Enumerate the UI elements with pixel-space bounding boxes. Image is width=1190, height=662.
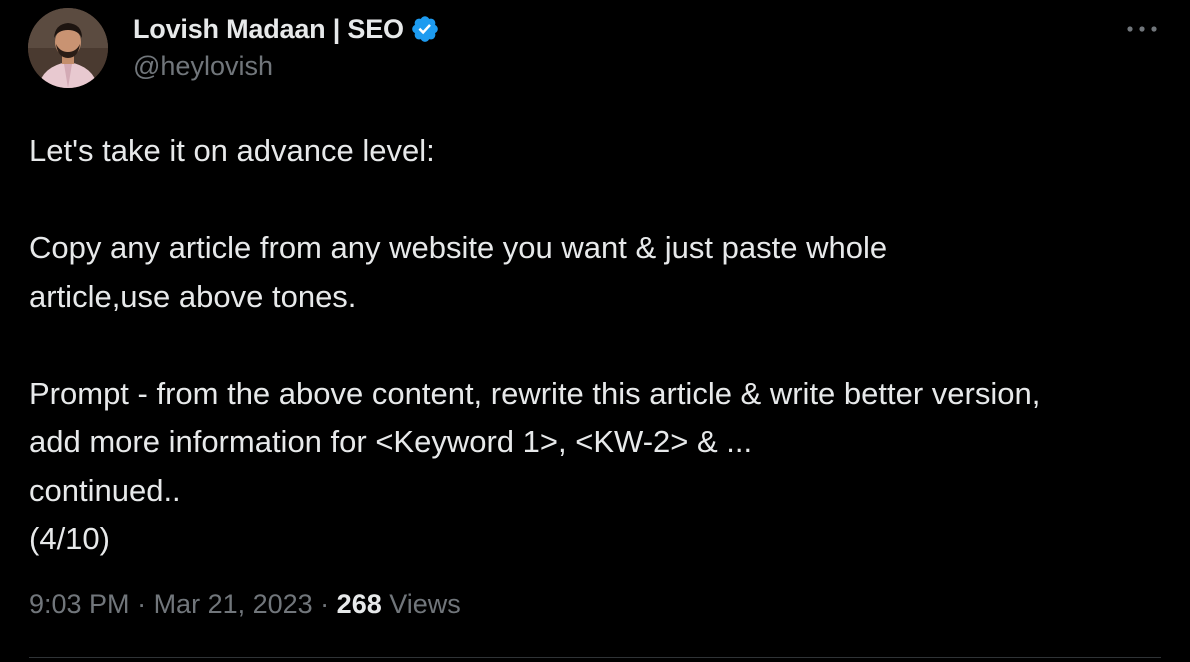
author-name-row[interactable]: Lovish Madaan | SEO bbox=[133, 12, 440, 46]
divider bbox=[29, 657, 1161, 658]
tweet: Lovish Madaan | SEO @heylovish Let's tak… bbox=[0, 0, 1190, 662]
paragraph-spacer bbox=[29, 176, 1149, 225]
avatar[interactable] bbox=[28, 8, 108, 88]
tweet-time[interactable]: 9:03 PM bbox=[29, 589, 130, 619]
more-horizontal-icon bbox=[1127, 26, 1157, 32]
tweet-date[interactable]: Mar 21, 2023 bbox=[154, 589, 313, 619]
tweet-paragraph: Copy any article from any website you wa… bbox=[29, 230, 896, 314]
meta-separator: · bbox=[129, 589, 154, 619]
tweet-paragraph: Prompt - from the above content, rewrite… bbox=[29, 375, 1041, 557]
views-label: Views bbox=[389, 589, 461, 619]
tweet-text: Let's take it on advance level: Copy any… bbox=[29, 127, 1149, 564]
more-options-button[interactable] bbox=[1124, 14, 1160, 44]
paragraph-spacer bbox=[29, 321, 1149, 370]
views-count: 268 bbox=[336, 589, 382, 619]
tweet-meta: 9:03 PM · Mar 21, 2023 · 268 Views bbox=[29, 589, 461, 620]
meta-separator: · bbox=[312, 589, 337, 619]
author-name[interactable]: Lovish Madaan | SEO bbox=[133, 14, 404, 45]
tweet-paragraph: Let's take it on advance level: bbox=[29, 133, 435, 168]
verified-badge-icon bbox=[410, 14, 440, 44]
author-handle[interactable]: @heylovish bbox=[133, 51, 273, 82]
avatar-image bbox=[28, 8, 108, 88]
